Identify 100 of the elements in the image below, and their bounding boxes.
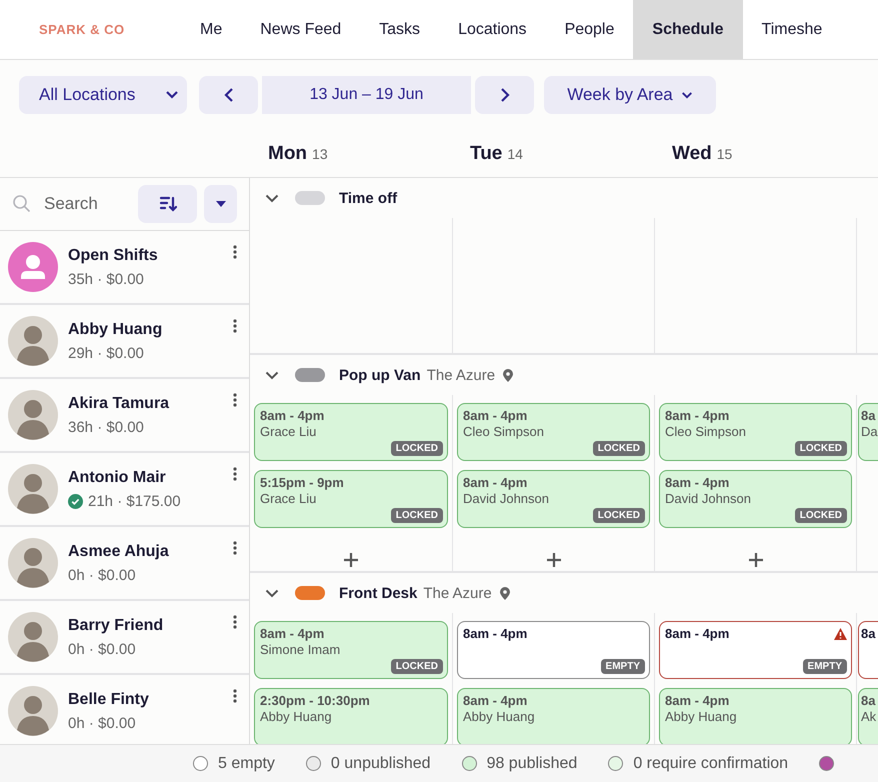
search-icon <box>12 194 32 214</box>
area-name: Pop up Van <box>339 366 421 384</box>
shift-card[interactable]: 8a Da <box>858 403 878 461</box>
shift-employee: Abby Huang <box>463 709 535 724</box>
shift-card[interactable]: 8a Ak <box>858 688 878 744</box>
chevron-down-icon[interactable] <box>265 588 279 598</box>
shift-card[interactable]: 8a <box>858 621 878 679</box>
shift-employee: Grace Liu <box>260 424 316 439</box>
more-options-icon[interactable] <box>233 467 237 481</box>
shift-employee: David Johnson <box>665 491 751 506</box>
chevron-right-icon <box>500 88 510 102</box>
area-name: Time off <box>339 190 398 206</box>
shift-employee: Da <box>861 424 878 439</box>
day-date: 14 <box>507 146 523 162</box>
shift-card[interactable]: 8am - 4pm Abby Huang <box>659 688 852 744</box>
date-range[interactable]: 13 Jun – 19 Jun <box>262 76 471 114</box>
shift-time: 8am - 4pm <box>665 475 730 490</box>
shift-card[interactable]: 8am - 4pm Abby Huang <box>457 688 650 744</box>
hours-cost: 0h · $0.00 <box>68 714 136 732</box>
shift-employee: Cleo Simpson <box>463 424 544 439</box>
day-name: Wed <box>672 142 712 164</box>
shift-time: 8a <box>861 693 876 708</box>
shift-status-tag: LOCKED <box>390 508 443 523</box>
shift-card[interactable]: 8am - 4pm Simone Imam LOCKED <box>254 621 448 679</box>
person-name[interactable]: Barry Friend <box>68 616 164 634</box>
shift-employee: Abby Huang <box>260 709 332 724</box>
shift-time: 8am - 4pm <box>260 626 324 641</box>
sort-button[interactable] <box>138 185 197 223</box>
shift-time: 8am - 4pm <box>463 693 528 708</box>
shift-time: 5:15pm - 9pm <box>260 475 344 490</box>
shift-status-tag: LOCKED <box>390 441 443 456</box>
status-count: 0 require confirmation <box>633 754 788 772</box>
person-name[interactable]: Open Shifts <box>68 246 158 264</box>
area-location: The Azure <box>426 366 496 384</box>
chevron-down-icon[interactable] <box>265 370 279 380</box>
shift-time: 8a <box>861 408 876 423</box>
hours-cost: 0h · $0.00 <box>68 640 136 658</box>
shift-card[interactable]: 5:15pm - 9pm Grace Liu LOCKED <box>254 470 448 528</box>
hours-cost: 35h · $0.00 <box>68 270 144 288</box>
search-field[interactable]: Search <box>42 193 126 215</box>
shift-time: 8am - 4pm <box>665 693 730 708</box>
status-count: 5 empty <box>218 754 275 772</box>
nav-tab[interactable]: Locations <box>439 0 546 59</box>
add-shift-icon[interactable] <box>546 553 560 567</box>
shift-card[interactable]: 8am - 4pm David Johnson LOCKED <box>457 470 650 528</box>
view-dropdown[interactable]: Week by Area <box>544 76 716 114</box>
shift-card[interactable]: 8am - 4pm Cleo Simpson LOCKED <box>659 403 852 461</box>
shift-time: 8am - 4pm <box>260 408 324 423</box>
more-options-icon[interactable] <box>233 541 237 555</box>
add-shift-icon[interactable] <box>748 553 762 567</box>
person-name[interactable]: Asmee Ahuja <box>68 542 169 560</box>
nav-tab[interactable]: Tasks <box>360 0 440 59</box>
add-shift-icon[interactable] <box>344 553 358 567</box>
person-name[interactable]: Belle Finty <box>68 690 149 708</box>
shift-employee: David Johnson <box>463 491 549 506</box>
shift-card[interactable]: 8am - 4pm Cleo Simpson LOCKED <box>457 403 650 461</box>
shift-status-tag: EMPTY <box>600 659 645 674</box>
shift-card[interactable]: 8am - 4pm EMPTY <box>659 621 852 679</box>
hours-cost: 21h · $175.00 <box>88 492 181 510</box>
status-count: 0 unpublished <box>330 754 431 772</box>
sort-menu-button[interactable] <box>204 185 237 223</box>
nav-tab[interactable]: News Feed <box>241 0 360 59</box>
person-name[interactable]: Antonio Mair <box>68 468 181 486</box>
nav-tab[interactable]: People <box>546 0 634 59</box>
nav-tab[interactable]: Timeshe <box>742 0 842 59</box>
map-pin-icon <box>503 368 514 382</box>
shift-employee: Cleo Simpson <box>665 424 746 439</box>
chevron-down-icon <box>165 90 179 100</box>
shift-time: 8am - 4pm <box>463 626 528 641</box>
location-dropdown[interactable]: All Locations <box>19 76 187 114</box>
more-options-icon[interactable] <box>233 689 237 703</box>
person-name[interactable]: Akira Tamura <box>68 394 170 412</box>
shift-card[interactable]: 8am - 4pm Grace Liu LOCKED <box>254 403 448 461</box>
shift-time: 8am - 4pm <box>665 408 730 423</box>
more-options-icon[interactable] <box>233 319 237 333</box>
day-name: Tue <box>470 142 502 164</box>
shift-card[interactable]: 2:30pm - 10:30pm Abby Huang <box>254 688 448 744</box>
shift-status-tag: LOCKED <box>592 508 645 523</box>
chevron-left-icon <box>224 88 234 102</box>
shift-card[interactable]: 8am - 4pm David Johnson LOCKED <box>659 470 852 528</box>
day-date: 15 <box>716 146 732 162</box>
nav-tab[interactable]: Me <box>181 0 242 59</box>
shift-employee: Ak <box>861 709 876 724</box>
more-options-icon[interactable] <box>233 615 237 629</box>
shift-time: 8am - 4pm <box>665 626 730 641</box>
nav-tab[interactable]: Schedule <box>633 0 743 59</box>
hours-cost: 36h · $0.00 <box>68 418 144 436</box>
more-options-icon[interactable] <box>233 245 237 259</box>
area-name: Front Desk <box>339 584 418 602</box>
day-name: Mon <box>268 142 308 164</box>
shift-status-tag: LOCKED <box>592 441 645 456</box>
shift-time: 8a <box>861 626 876 641</box>
caret-down-icon <box>216 201 226 207</box>
more-options-icon[interactable] <box>233 393 237 407</box>
chevron-down-icon[interactable] <box>265 194 279 202</box>
hours-cost: 29h · $0.00 <box>68 344 144 362</box>
shift-card[interactable]: 8am - 4pm EMPTY <box>457 621 650 679</box>
person-name[interactable]: Abby Huang <box>68 320 162 338</box>
day-date: 13 <box>312 146 328 162</box>
shift-status-tag: EMPTY <box>802 659 847 674</box>
